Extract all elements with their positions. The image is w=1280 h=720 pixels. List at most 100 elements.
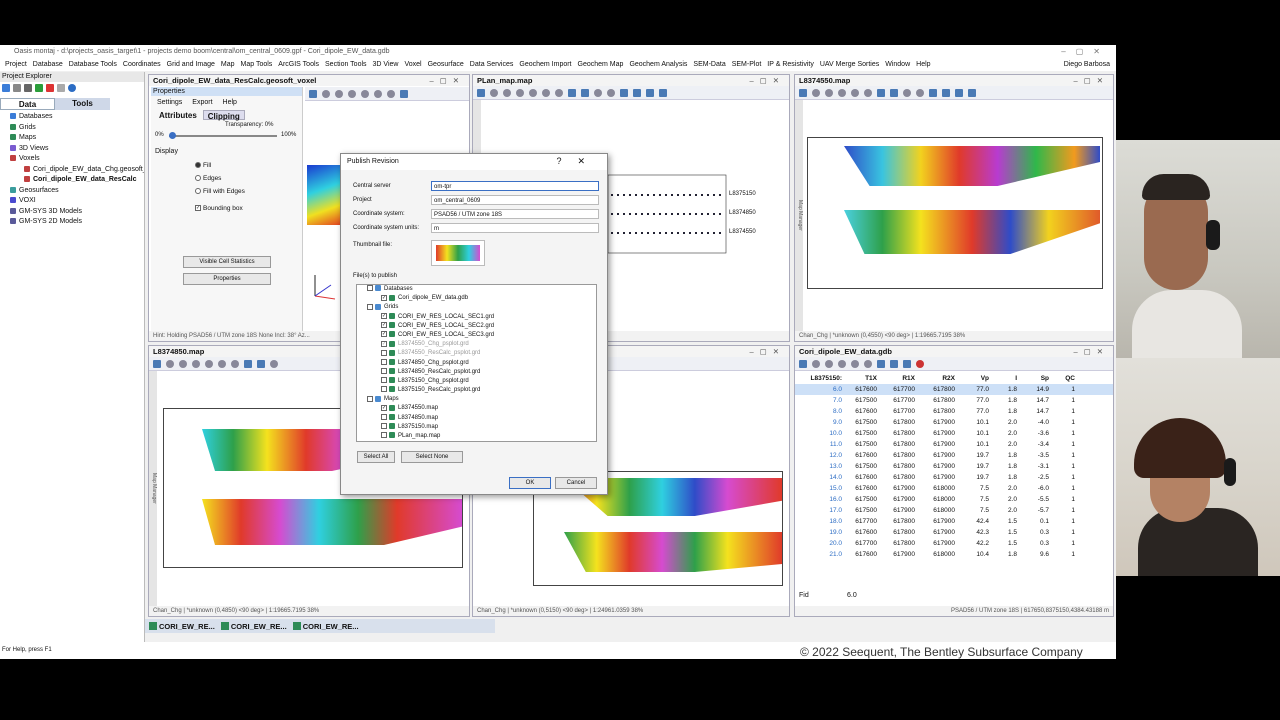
column-header[interactable]: R2X <box>918 373 958 384</box>
file-checkbox[interactable] <box>381 358 387 365</box>
tree-item[interactable]: Cori_dipole_EW_data_Chg.geosoft_v <box>4 165 144 176</box>
file-item[interactable]: L8375150.map <box>357 423 596 432</box>
table-row[interactable]: 13.0 617500 617800 617900 19.7 1.8 -3.1 1 <box>795 461 1113 472</box>
table-row[interactable]: 20.0 617700 617800 617900 42.2 1.5 0.3 1 <box>795 538 1113 549</box>
file-checkbox[interactable] <box>367 303 373 310</box>
window-controls[interactable]: –▢✕ <box>1061 45 1110 59</box>
column-header[interactable]: T1X <box>845 373 880 384</box>
radio-fill-edges[interactable] <box>195 188 201 195</box>
taskbar-item-3[interactable]: CORI_EW_RE... <box>292 621 359 631</box>
file-item[interactable]: L8375150_ResCalc_psplot.grd <box>357 386 596 395</box>
menu-help[interactable]: Help <box>223 99 237 106</box>
database-controls[interactable]: –▢✕ <box>1073 346 1109 357</box>
tab-attributes[interactable]: Attributes <box>155 110 201 120</box>
tree-item[interactable]: GM-SYS 2D Models <box>4 217 144 228</box>
menu-item[interactable]: Map <box>218 59 238 71</box>
table-row[interactable]: 12.0 617600 617800 617900 19.7 1.8 -3.5 1 <box>795 450 1113 461</box>
thumbnail-preview[interactable] <box>431 240 485 266</box>
option-fill-edges[interactable]: Fill with Edges <box>195 185 302 198</box>
radio-fill[interactable] <box>195 162 201 169</box>
menu-item[interactable]: Project <box>2 59 30 71</box>
table-row[interactable]: 16.0 617500 617900 618000 7.5 2.0 -5.5 1 <box>795 494 1113 505</box>
menu-item[interactable]: Window <box>882 59 913 71</box>
file-checkbox[interactable]: ✓ <box>381 312 387 319</box>
table-row[interactable]: 10.0 617500 617800 617900 10.1 2.0 -3.6 1 <box>795 428 1113 439</box>
file-checkbox[interactable] <box>367 395 373 402</box>
table-row[interactable]: 6.0 617600 617700 617800 77.0 1.8 14.9 1 <box>795 384 1113 395</box>
field-value[interactable]: om_central_0609 <box>431 195 599 205</box>
map-b-manager-tab[interactable]: Map Manager <box>149 371 157 606</box>
menu-item[interactable]: SEM-Data <box>690 59 728 71</box>
menu-item[interactable]: 3D View <box>370 59 402 71</box>
cancel-button[interactable]: Cancel <box>555 477 597 489</box>
table-row[interactable]: 21.0 617600 617900 618000 10.4 1.8 9.6 1 <box>795 549 1113 560</box>
new-icon[interactable] <box>2 84 10 92</box>
file-checkbox[interactable] <box>381 423 387 430</box>
file-checkbox[interactable]: ✓ <box>381 404 387 411</box>
tree-item[interactable]: Voxels <box>4 154 144 165</box>
table-row[interactable]: 19.0 617600 617800 617900 42.3 1.5 0.3 1 <box>795 527 1113 538</box>
map-l8375150-controls[interactable]: –▢✕ <box>749 346 785 357</box>
voxel-window-controls[interactable]: –▢✕ <box>429 75 465 86</box>
table-row[interactable]: 7.0 617500 617700 617800 77.0 1.8 14.7 1 <box>795 395 1113 406</box>
file-checkbox[interactable] <box>367 285 373 292</box>
tree-item[interactable]: VOXI <box>4 196 144 207</box>
table-row[interactable]: 18.0 617700 617800 617900 42.4 1.5 0.1 1 <box>795 516 1113 527</box>
file-item[interactable]: ✓ Cori_dipole_EW_data.gdb <box>357 294 596 303</box>
files-to-publish-list[interactable]: Databases ✓ Cori_dipole_EW_data.gdb Grids ✓ C… <box>356 284 597 442</box>
tab-data[interactable]: Data <box>0 98 55 110</box>
column-header[interactable]: L8375150: <box>795 373 845 384</box>
file-checkbox[interactable]: ✓ <box>381 340 387 347</box>
table-row[interactable]: 17.0 617500 617900 618000 7.5 2.0 -5.7 1 <box>795 505 1113 516</box>
tree-item[interactable]: Maps <box>4 133 144 144</box>
file-checkbox[interactable]: ✓ <box>381 331 387 338</box>
ok-button[interactable]: OK <box>509 477 551 489</box>
dialog-help-button[interactable]: ? <box>556 156 577 166</box>
file-item[interactable]: ✓ CORI_EW_RES_LOCAL_SEC1.grd <box>357 312 596 322</box>
file-checkbox[interactable] <box>381 414 387 421</box>
taskbar-item-1[interactable]: CORI_EW_RE... <box>149 621 215 631</box>
menu-item[interactable]: ArcGIS Tools <box>275 59 322 71</box>
dialog-close-button[interactable]: ✕ <box>577 156 601 166</box>
file-item[interactable]: ✓ CORI_EW_RES_LOCAL_SEC2.grd <box>357 322 596 331</box>
plan-map-canvas[interactable]: L8375150 L8374850 L8374550 <box>603 170 763 280</box>
option-fill[interactable]: Fill <box>195 159 302 172</box>
file-item[interactable]: PLan_map.map <box>357 432 596 441</box>
taskbar-item-2[interactable]: CORI_EW_RE... <box>220 621 287 631</box>
menu-item[interactable]: Voxel <box>401 59 424 71</box>
menu-item[interactable]: Database Tools <box>66 59 120 71</box>
menu-item[interactable]: Geosurface <box>425 59 467 71</box>
menu-item[interactable]: Grid and Image <box>164 59 218 71</box>
stop-icon[interactable] <box>57 84 65 92</box>
file-checkbox[interactable] <box>381 349 387 356</box>
map-a-manager-tab[interactable]: Map Manager <box>795 100 803 331</box>
menu-item[interactable]: Database <box>30 59 66 71</box>
file-item[interactable]: L8374850.map <box>357 414 596 423</box>
column-header[interactable]: Vp <box>958 373 992 384</box>
radio-edges[interactable] <box>195 175 201 182</box>
field-value[interactable]: om-tpr <box>431 181 599 191</box>
field-value[interactable]: m <box>431 223 599 233</box>
file-checkbox[interactable] <box>381 386 387 393</box>
field-value[interactable]: PSAD56 / UTM zone 18S <box>431 209 599 219</box>
menu-item[interactable]: Help <box>913 59 933 71</box>
menu-item[interactable]: Coordinates <box>120 59 164 71</box>
select-all-button[interactable]: Select All <box>357 451 395 463</box>
table-row[interactable]: 8.0 617600 617700 617800 77.0 1.8 14.7 1 <box>795 406 1113 417</box>
menu-export[interactable]: Export <box>192 99 212 106</box>
tree-item[interactable]: Cori_dipole_EW_data_ResCalc <box>4 175 144 186</box>
menu-item[interactable]: Geochem Map <box>575 59 627 71</box>
menu-item[interactable]: Map Tools <box>238 59 276 71</box>
tree-item[interactable]: GM-SYS 3D Models <box>4 207 144 218</box>
tab-tools[interactable]: Tools <box>55 98 110 110</box>
tree-item[interactable]: Databases <box>4 112 144 123</box>
tree-item[interactable]: Geosurfaces <box>4 186 144 197</box>
menu-item[interactable]: IP & Resistivity <box>764 59 817 71</box>
plan-map-controls[interactable]: –▢✕ <box>749 75 785 86</box>
menu-item[interactable]: UAV Merge Sorties <box>817 59 882 71</box>
menu-item[interactable]: Data Services <box>467 59 517 71</box>
tab-clipping[interactable]: Clipping <box>202 110 245 121</box>
table-row[interactable]: 14.0 617600 617800 617900 19.7 1.8 -2.5 1 <box>795 472 1113 483</box>
file-item[interactable]: Grids <box>357 303 596 312</box>
map-a-canvas[interactable] <box>807 137 1103 289</box>
